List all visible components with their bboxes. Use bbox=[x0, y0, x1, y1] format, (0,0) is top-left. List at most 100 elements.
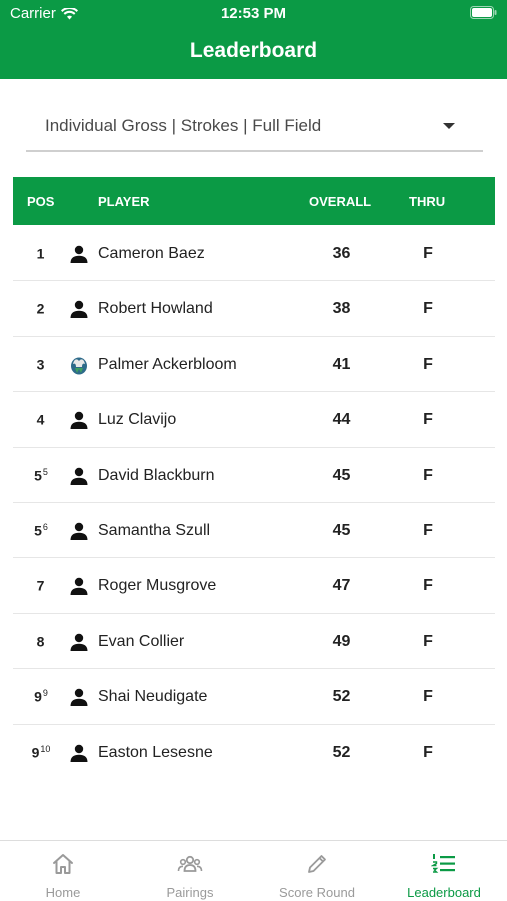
ranked-list-icon bbox=[431, 854, 455, 873]
column-header-overall[interactable]: OVERALL bbox=[309, 194, 371, 209]
person-icon bbox=[69, 410, 89, 430]
home-icon bbox=[53, 854, 73, 874]
status-time: 12:53 PM bbox=[220, 5, 287, 22]
table-row[interactable]: 99 Shai Neudigate 52 F bbox=[13, 669, 495, 725]
position-cell: 7 bbox=[13, 577, 69, 594]
filter-selected-value: Individual Gross | Strokes | Full Field bbox=[45, 116, 322, 135]
overall-score: 49 bbox=[332, 632, 351, 650]
position-cell: 4 bbox=[13, 411, 69, 428]
tab-leaderboard-label: Leaderboard bbox=[407, 885, 481, 900]
app-header: Carrier 12:53 PM Leaderboard bbox=[0, 0, 507, 79]
position-value: 2 bbox=[36, 301, 45, 318]
position-value: 5 bbox=[34, 467, 42, 484]
column-header-thru[interactable]: THRU bbox=[409, 194, 445, 209]
table-header: POS PLAYER OVERALL THRU bbox=[13, 177, 495, 225]
position-cell: 56 bbox=[13, 522, 69, 539]
position-cell: 8 bbox=[13, 633, 69, 650]
position-cell: 1 bbox=[13, 245, 69, 262]
filter-dropdown[interactable]: Individual Gross | Strokes | Full Field bbox=[26, 104, 483, 152]
table-row[interactable]: 7 Roger Musgrove 47 F bbox=[13, 558, 495, 614]
position-value: 4 bbox=[36, 411, 45, 428]
person-icon bbox=[69, 299, 89, 319]
position-cell: 910 bbox=[13, 744, 69, 761]
overall-score: 52 bbox=[332, 688, 351, 706]
tab-home-label: Home bbox=[45, 885, 81, 900]
overall-score: 47 bbox=[332, 577, 351, 595]
tab-score-round-label: Score Round bbox=[279, 885, 355, 900]
column-header-pos[interactable]: POS bbox=[27, 194, 54, 209]
overall-score: 45 bbox=[332, 521, 351, 539]
tiebreak-rank: 10 bbox=[40, 743, 51, 754]
position-value: 7 bbox=[36, 578, 45, 594]
group-icon bbox=[177, 855, 203, 872]
position-value: 9 bbox=[31, 744, 40, 761]
thru-value: F bbox=[423, 355, 433, 373]
tab-bar: Home Pairings Score Round Leaderboard bbox=[0, 840, 507, 901]
position-value: 8 bbox=[36, 633, 45, 650]
thru-value: F bbox=[423, 577, 433, 595]
position-cell: 55 bbox=[13, 467, 69, 484]
tab-leaderboard[interactable]: Leaderboard bbox=[381, 841, 507, 901]
leaderboard-list: 1 Cameron Baez 36 F 2 Robert Howland 38 … bbox=[13, 226, 495, 780]
page-title: Leaderboard bbox=[189, 39, 318, 62]
position-value: 1 bbox=[36, 245, 45, 262]
tiebreak-rank: 9 bbox=[42, 688, 48, 699]
overall-score: 45 bbox=[332, 466, 351, 484]
thru-value: F bbox=[423, 245, 433, 262]
table-row[interactable]: 56 Samantha Szull 45 F bbox=[13, 503, 495, 559]
person-icon bbox=[69, 576, 89, 596]
player-name: Robert Howland bbox=[98, 300, 213, 318]
team-logo-icon bbox=[69, 355, 89, 375]
player-name: Easton Lesesne bbox=[98, 743, 213, 761]
person-icon bbox=[69, 632, 89, 652]
dropdown-arrow-icon bbox=[443, 123, 455, 129]
table-row[interactable]: 1 Cameron Baez 36 F bbox=[13, 226, 495, 282]
thru-value: F bbox=[423, 300, 433, 318]
tab-score-round[interactable]: Score Round bbox=[254, 841, 380, 901]
table-row[interactable]: 8 Evan Collier 49 F bbox=[13, 614, 495, 670]
position-cell: 2 bbox=[13, 300, 69, 317]
person-icon bbox=[69, 687, 89, 707]
tiebreak-rank: 6 bbox=[42, 521, 48, 532]
table-row[interactable]: 4 Luz Clavijo 44 F bbox=[13, 392, 495, 448]
battery-icon bbox=[470, 6, 497, 24]
player-name: Evan Collier bbox=[98, 632, 185, 650]
tab-home[interactable]: Home bbox=[0, 841, 126, 901]
position-cell: 99 bbox=[13, 688, 69, 705]
position-value: 5 bbox=[34, 522, 42, 539]
table-row[interactable]: 3 Palmer Ackerbloom 41 F bbox=[13, 337, 495, 393]
player-name: Luz Clavijo bbox=[98, 411, 177, 429]
thru-value: F bbox=[423, 632, 433, 650]
player-name: Samantha Szull bbox=[98, 521, 211, 539]
tab-pairings[interactable]: Pairings bbox=[127, 841, 253, 901]
player-name: Shai Neudigate bbox=[98, 688, 208, 706]
thru-value: F bbox=[423, 411, 433, 429]
player-name: Cameron Baez bbox=[98, 245, 205, 262]
person-icon bbox=[69, 244, 89, 264]
table-row[interactable]: 2 Robert Howland 38 F bbox=[13, 281, 495, 337]
overall-score: 36 bbox=[332, 245, 351, 262]
person-icon bbox=[69, 466, 89, 486]
overall-score: 38 bbox=[332, 300, 351, 318]
tiebreak-rank: 5 bbox=[42, 466, 48, 477]
person-icon bbox=[69, 521, 89, 541]
player-name: Roger Musgrove bbox=[98, 577, 217, 595]
person-icon bbox=[69, 743, 89, 763]
position-value: 3 bbox=[36, 356, 45, 373]
position-value: 9 bbox=[34, 688, 42, 705]
thru-value: F bbox=[423, 743, 433, 761]
thru-value: F bbox=[423, 466, 433, 484]
player-name: Palmer Ackerbloom bbox=[98, 355, 237, 373]
table-row[interactable]: 910 Easton Lesesne 52 F bbox=[13, 725, 495, 780]
table-row[interactable]: 55 David Blackburn 45 F bbox=[13, 448, 495, 503]
tab-pairings-label: Pairings bbox=[166, 885, 214, 900]
column-header-player[interactable]: PLAYER bbox=[98, 194, 150, 209]
overall-score: 44 bbox=[332, 411, 351, 429]
thru-value: F bbox=[423, 521, 433, 539]
thru-value: F bbox=[423, 688, 433, 706]
position-cell: 3 bbox=[13, 356, 69, 373]
overall-score: 41 bbox=[332, 355, 351, 373]
player-name: David Blackburn bbox=[98, 466, 215, 484]
overall-score: 52 bbox=[332, 743, 351, 761]
pencil-icon bbox=[308, 855, 326, 873]
